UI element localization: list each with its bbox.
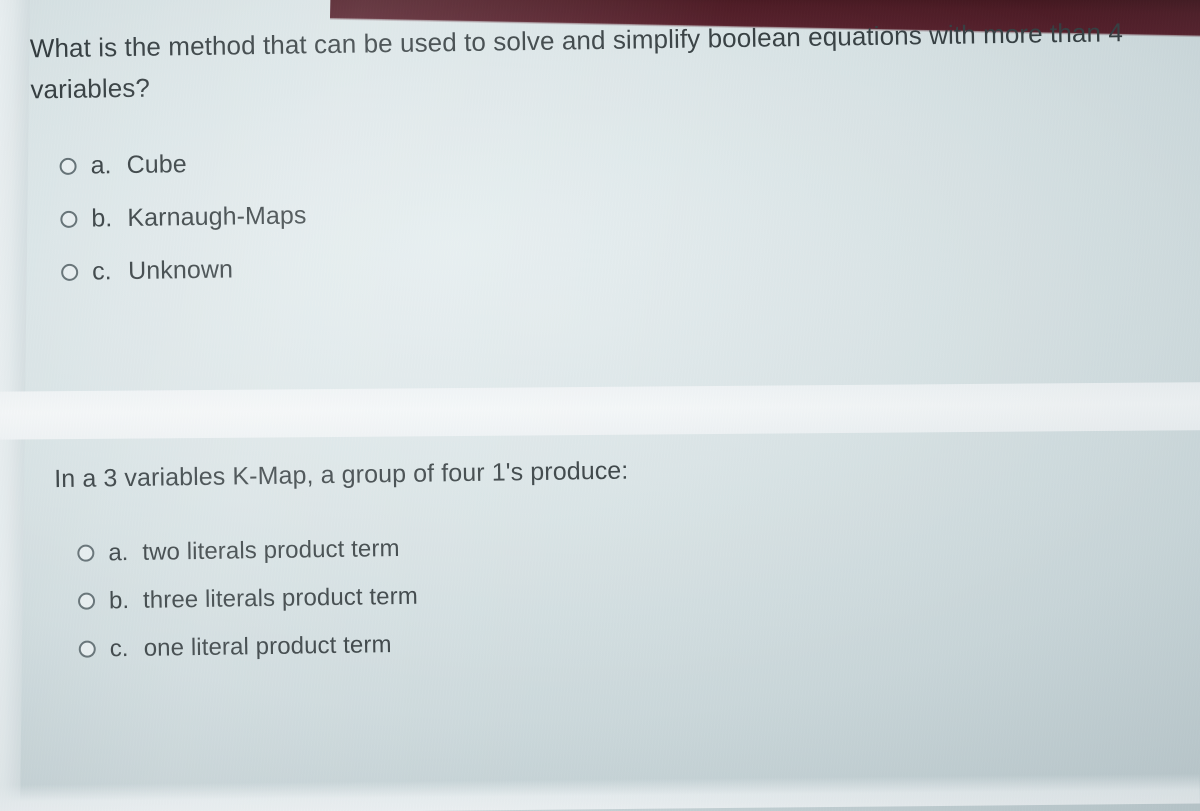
option-q2-b[interactable]: b. three literals product term bbox=[77, 571, 1200, 616]
option-q2-c[interactable]: c. one literal product term bbox=[78, 619, 1200, 664]
option-q1-b[interactable]: b. Karnaugh-Maps bbox=[60, 188, 1198, 234]
option-q2-a[interactable]: a. two literals product term bbox=[77, 523, 1200, 568]
radio-button-icon[interactable] bbox=[61, 263, 79, 282]
quiz-screenshot: What is the method that can be used to s… bbox=[0, 0, 1200, 811]
question-1-stem: What is the method that can be used to s… bbox=[29, 17, 1124, 105]
page-content-tilt-wrapper: What is the method that can be used to s… bbox=[0, 0, 1200, 811]
option-letter: c. bbox=[91, 257, 112, 286]
radio-button-icon[interactable] bbox=[59, 157, 77, 176]
question-2-stem: In a 3 variables K-Map, a group of four … bbox=[54, 456, 629, 494]
option-label: Cube bbox=[126, 150, 187, 180]
option-letter: a. bbox=[90, 151, 112, 180]
radio-button-icon[interactable] bbox=[77, 592, 96, 610]
question-block-1: What is the method that can be used to s… bbox=[0, 11, 1200, 312]
radio-button-icon[interactable] bbox=[60, 210, 78, 229]
option-label: Unknown bbox=[127, 255, 234, 286]
option-letter: a. bbox=[108, 538, 129, 566]
option-letter: b. bbox=[91, 204, 113, 233]
question-separator-band bbox=[0, 381, 1200, 440]
question-1-options: a. Cube b. Karnaugh-Maps c. Unknown bbox=[0, 135, 1199, 288]
radio-button-icon[interactable] bbox=[77, 544, 95, 562]
option-label: one literal product term bbox=[143, 630, 392, 662]
option-q1-a[interactable]: a. Cube bbox=[59, 135, 1197, 181]
option-letter: c. bbox=[109, 634, 129, 662]
question-block-2: In a 3 variables K-Map, a group of four … bbox=[2, 443, 1200, 684]
option-label: two literals product term bbox=[142, 534, 400, 566]
option-label: Karnaugh-Maps bbox=[127, 201, 307, 233]
question-2-options: a. two literals product term b. three li… bbox=[3, 523, 1200, 665]
option-q1-c[interactable]: c. Unknown bbox=[61, 241, 1199, 287]
option-letter: b. bbox=[108, 586, 130, 614]
option-label: three literals product term bbox=[142, 582, 419, 614]
radio-button-icon[interactable] bbox=[78, 640, 96, 658]
